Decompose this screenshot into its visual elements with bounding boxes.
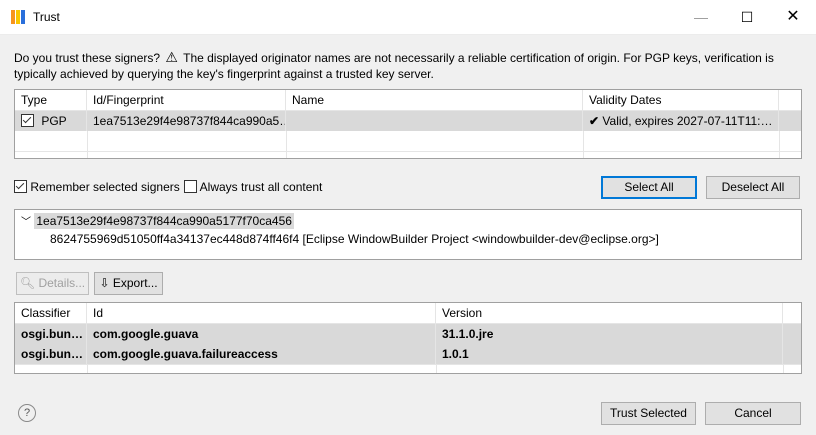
deselect-all-button[interactable]: Deselect All bbox=[706, 176, 800, 199]
signer-checkbox[interactable] bbox=[21, 114, 34, 127]
artifacts-table-header: Classifier Id Version bbox=[15, 303, 801, 324]
always-trust-checkbox[interactable] bbox=[184, 180, 197, 193]
warning-icon: ⚠ bbox=[165, 49, 178, 65]
artifact-classifier: osgi.bun… bbox=[15, 344, 87, 364]
cancel-button[interactable]: Cancel bbox=[705, 402, 801, 425]
help-icon[interactable]: ? bbox=[18, 404, 36, 422]
column-header-fingerprint[interactable]: Id/Fingerprint bbox=[87, 90, 286, 110]
column-header-version[interactable]: Version bbox=[436, 303, 783, 323]
artifact-row[interactable]: osgi.bun… com.google.guava.failureaccess… bbox=[15, 344, 801, 364]
signer-type-cell: PGP bbox=[15, 111, 87, 131]
column-header-classifier[interactable]: Classifier bbox=[15, 303, 87, 323]
app-logo-icon bbox=[11, 10, 27, 24]
export-button[interactable]: ⇩ Export... bbox=[94, 272, 163, 295]
column-header-validity[interactable]: Validity Dates bbox=[583, 90, 779, 110]
artifact-version: 31.1.0.jre bbox=[436, 324, 783, 344]
signer-type: PGP bbox=[41, 114, 67, 128]
chevron-down-icon[interactable]: ﹀ bbox=[21, 217, 31, 228]
signer-row[interactable]: PGP 1ea7513e29f4e98737f844ca990a5… ✔ Val… bbox=[15, 111, 801, 131]
always-trust-option[interactable]: Always trust all content bbox=[184, 180, 322, 194]
maximize-button[interactable]: ☐ bbox=[724, 0, 770, 34]
close-button[interactable]: ✕ bbox=[770, 0, 816, 34]
window-title: Trust bbox=[33, 10, 60, 24]
export-icon: ⇩ bbox=[99, 276, 110, 290]
artifact-id: com.google.guava.failureaccess bbox=[87, 344, 436, 364]
magnifier-icon: 🔍︎ bbox=[19, 276, 36, 290]
artifacts-table: Classifier Id Version osgi.bun… com.goog… bbox=[14, 302, 802, 374]
trust-question: Do you trust these signers? ⚠ The displa… bbox=[14, 49, 804, 82]
artifact-classifier: osgi.bun… bbox=[15, 324, 87, 344]
column-header-id[interactable]: Id bbox=[87, 303, 436, 323]
signer-validity-cell: ✔ Valid, expires 2027-07-11T11:… bbox=[583, 111, 779, 131]
signers-table-header: Type Id/Fingerprint Name Validity Dates bbox=[15, 90, 801, 111]
key-tree: ﹀ 1ea7513e29f4e98737f844ca990a5177f70ca4… bbox=[14, 209, 802, 260]
artifact-row[interactable]: osgi.bun… com.google.guava 31.1.0.jre bbox=[15, 324, 801, 344]
signer-fingerprint: 1ea7513e29f4e98737f844ca990a5… bbox=[87, 111, 286, 131]
question-text: Do you trust these signers? bbox=[14, 51, 161, 65]
select-all-button[interactable]: Select All bbox=[601, 176, 697, 199]
tree-root-label: 1ea7513e29f4e98737f844ca990a5177f70ca456 bbox=[34, 213, 294, 229]
remember-signers-label: Remember selected signers bbox=[30, 180, 180, 194]
column-header-type[interactable]: Type bbox=[15, 90, 87, 110]
signer-name bbox=[286, 111, 583, 131]
export-label: Export... bbox=[112, 276, 158, 290]
signers-table: Type Id/Fingerprint Name Validity Dates … bbox=[14, 89, 802, 159]
remember-signers-checkbox[interactable] bbox=[14, 180, 27, 193]
details-label: Details... bbox=[38, 276, 86, 290]
minimize-button[interactable]: — bbox=[678, 0, 724, 34]
column-header-name[interactable]: Name bbox=[286, 90, 583, 110]
trust-selected-button[interactable]: Trust Selected bbox=[601, 402, 696, 425]
always-trust-label: Always trust all content bbox=[199, 180, 323, 194]
signer-validity: Valid, expires 2027-07-11T11:… bbox=[602, 114, 773, 128]
details-button[interactable]: 🔍︎ Details... bbox=[16, 272, 89, 295]
artifact-id: com.google.guava bbox=[87, 324, 436, 344]
remember-signers-option[interactable]: Remember selected signers bbox=[14, 180, 180, 194]
artifact-version: 1.0.1 bbox=[436, 344, 783, 364]
tree-child-item[interactable]: 8624755969d51050ff4a34137ec448d874ff46f4… bbox=[50, 232, 659, 246]
title-bar: Trust — ☐ ✕ bbox=[0, 0, 816, 35]
tree-root-item[interactable]: ﹀ 1ea7513e29f4e98737f844ca990a5177f70ca4… bbox=[21, 213, 294, 229]
checkmark-icon: ✔ bbox=[589, 114, 600, 128]
